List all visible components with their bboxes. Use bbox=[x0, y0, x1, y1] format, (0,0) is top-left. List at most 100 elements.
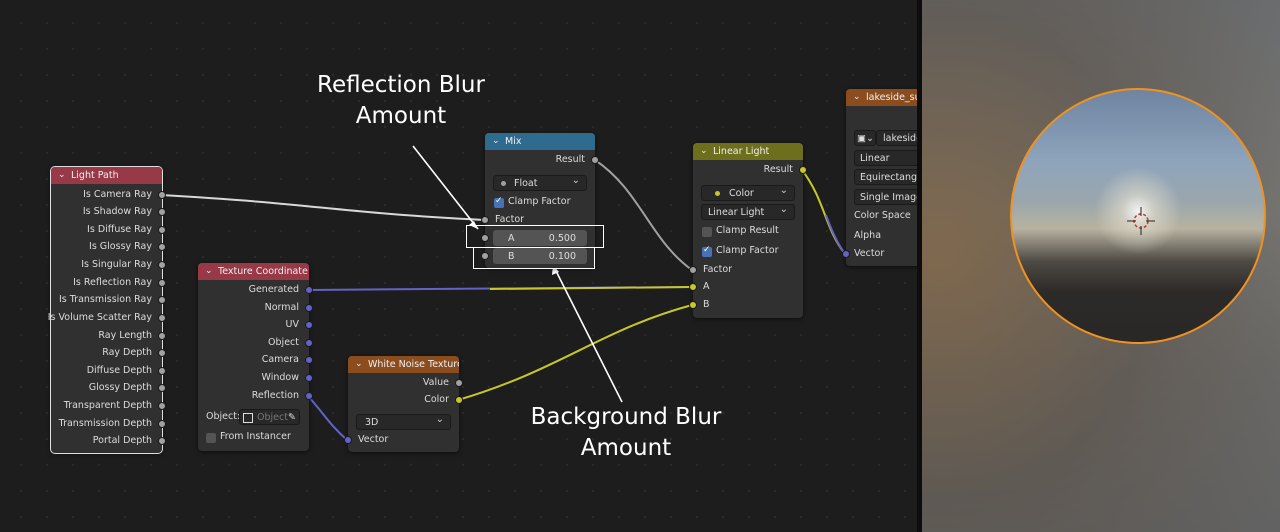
image-name-field[interactable]: lakeside_ bbox=[876, 130, 918, 146]
collapse-chevron-icon[interactable]: ⌄ bbox=[58, 167, 66, 184]
from-instancer-checkbox[interactable] bbox=[206, 433, 216, 443]
socket-color[interactable] bbox=[455, 396, 463, 404]
clamp-result-label: Clamp Result bbox=[716, 225, 779, 236]
3d-viewport[interactable] bbox=[922, 0, 1280, 532]
texture-coordinate-node[interactable]: ⌄ Texture Coordinate Generated Normal UV … bbox=[198, 263, 313, 451]
white-noise-texture-node[interactable]: ⌄ White Noise Texture Value Color 3D Vect… bbox=[344, 356, 463, 452]
collapse-chevron-icon[interactable]: ⌄ bbox=[355, 356, 363, 373]
link-noise-color-to-b bbox=[457, 304, 693, 401]
socket-diffuse-depth[interactable] bbox=[158, 367, 166, 375]
socket-is-shadow-ray[interactable] bbox=[158, 208, 166, 216]
object-field[interactable]: Object ✎ bbox=[239, 409, 300, 425]
source-value: Single Image bbox=[860, 192, 918, 203]
link-result-to-vector bbox=[801, 169, 847, 256]
annotation-line1: Reflection Blur bbox=[317, 72, 485, 98]
socket-is-diffuse-ray[interactable] bbox=[158, 226, 166, 234]
collapse-chevron-icon[interactable]: ⌄ bbox=[205, 263, 213, 280]
input-vector: Vector bbox=[854, 248, 885, 259]
image-icon: ▣⌄ bbox=[857, 133, 874, 144]
linear-light-node[interactable]: ⌄Linear Light Result Color Linear Light … bbox=[689, 143, 807, 318]
light-path-header[interactable]: ⌄ Light Path bbox=[51, 167, 162, 184]
output-ray-length: Ray Length bbox=[98, 330, 152, 341]
texture-coordinate-header[interactable]: ⌄ Texture Coordinate bbox=[198, 263, 309, 280]
socket-factor[interactable] bbox=[689, 266, 697, 274]
projection-dropdown[interactable]: Equirectangula bbox=[854, 169, 918, 185]
annotation-reflection-blur: Reflection Blur Amount bbox=[301, 70, 501, 132]
interpolation-dropdown[interactable]: Linear bbox=[854, 150, 918, 166]
output-is-transmission-ray: Is Transmission Ray bbox=[59, 294, 152, 305]
socket-result[interactable] bbox=[799, 166, 807, 174]
data-type-dropdown[interactable]: Color bbox=[701, 185, 795, 201]
socket-is-camera-ray[interactable] bbox=[158, 191, 166, 199]
output-normal: Normal bbox=[264, 302, 299, 313]
socket-normal[interactable] bbox=[305, 304, 313, 312]
dimension-dropdown[interactable]: 3D bbox=[356, 414, 451, 430]
clamp-factor-checkbox[interactable] bbox=[494, 196, 504, 208]
clamp-result-checkbox[interactable] bbox=[702, 227, 712, 237]
socket-value[interactable] bbox=[455, 379, 463, 387]
output-transmission-depth: Transmission Depth bbox=[58, 418, 152, 429]
socket-transmission-depth[interactable] bbox=[158, 420, 166, 428]
light-path-node[interactable]: ⌄ Light Path Is Camera Ray Is Shadow Ray … bbox=[47, 166, 166, 454]
node-title: lakeside_sunr bbox=[866, 92, 918, 103]
socket-generated[interactable] bbox=[305, 286, 313, 294]
3d-cursor-icon[interactable] bbox=[1127, 207, 1155, 235]
output-window: Window bbox=[261, 372, 299, 383]
annotation-line1: Background Blur bbox=[530, 404, 722, 430]
output-color: Color bbox=[424, 394, 449, 405]
output-is-glossy-ray: Is Glossy Ray bbox=[89, 241, 152, 252]
socket-ray-depth[interactable] bbox=[158, 349, 166, 357]
output-is-camera-ray: Is Camera Ray bbox=[83, 189, 152, 200]
blend-mode-value: Linear Light bbox=[708, 207, 765, 218]
source-dropdown[interactable]: Single Image bbox=[854, 189, 918, 205]
socket-vector-in[interactable] bbox=[842, 250, 850, 258]
output-is-singular-ray: Is Singular Ray bbox=[81, 259, 152, 270]
socket-object[interactable] bbox=[305, 339, 313, 347]
image-browse-button[interactable]: ▣⌄ bbox=[854, 130, 876, 146]
input-b: B bbox=[703, 299, 710, 310]
socket-window[interactable] bbox=[305, 374, 313, 382]
socket-glossy-depth[interactable] bbox=[158, 384, 166, 392]
socket-is-transmission-ray[interactable] bbox=[158, 296, 166, 304]
socket-transparent-depth[interactable] bbox=[158, 402, 166, 410]
socket-vector-in[interactable] bbox=[344, 436, 352, 444]
output-is-volume-scatter-ray: Is Volume Scatter Ray bbox=[47, 312, 152, 323]
environment-texture-node[interactable]: ⌄ lakeside_sunr ▣⌄ lakeside_ Linear Equir… bbox=[842, 89, 918, 266]
socket-result[interactable] bbox=[591, 156, 599, 164]
collapse-chevron-icon[interactable]: ⌄ bbox=[700, 143, 708, 160]
data-type-dropdown[interactable]: Float bbox=[493, 175, 587, 191]
socket-is-reflection-ray[interactable] bbox=[158, 279, 166, 287]
clamp-factor-label: Clamp Factor bbox=[508, 196, 571, 207]
socket-uv[interactable] bbox=[305, 321, 313, 329]
collapse-chevron-icon[interactable]: ⌄ bbox=[853, 89, 861, 106]
socket-ray-length[interactable] bbox=[158, 332, 166, 340]
output-is-diffuse-ray: Is Diffuse Ray bbox=[87, 224, 152, 235]
node-title: Texture Coordinate bbox=[218, 266, 308, 277]
socket-factor[interactable] bbox=[481, 216, 489, 224]
socket-camera[interactable] bbox=[305, 356, 313, 364]
white-noise-header[interactable]: ⌄ White Noise Texture bbox=[348, 356, 459, 373]
output-reflection: Reflection bbox=[251, 390, 299, 401]
interpolation-value: Linear bbox=[860, 153, 890, 164]
color-space-label: Color Space bbox=[854, 210, 911, 221]
environment-texture-header[interactable]: ⌄ lakeside_sunr bbox=[846, 89, 918, 106]
node-editor[interactable]: ⌄ Light Path Is Camera Ray Is Shadow Ray … bbox=[0, 0, 918, 532]
socket-reflection[interactable] bbox=[305, 392, 313, 400]
socket-b[interactable] bbox=[689, 301, 697, 309]
float-dot-icon bbox=[501, 181, 506, 186]
eyedropper-icon[interactable]: ✎ bbox=[288, 410, 296, 424]
blend-mode-dropdown[interactable]: Linear Light bbox=[701, 204, 795, 220]
object-cube-icon bbox=[243, 413, 253, 423]
clamp-factor-checkbox[interactable] bbox=[702, 245, 712, 257]
collapse-chevron-icon[interactable]: ⌄ bbox=[492, 133, 500, 150]
output-object: Object bbox=[268, 337, 299, 348]
socket-is-volume-scatter-ray[interactable] bbox=[158, 314, 166, 322]
annotation-line2: Amount bbox=[580, 435, 672, 461]
node-title: Linear Light bbox=[713, 146, 770, 157]
linear-light-header[interactable]: ⌄ Linear Light bbox=[693, 143, 803, 160]
socket-portal-depth[interactable] bbox=[158, 437, 166, 445]
socket-is-singular-ray[interactable] bbox=[158, 261, 166, 269]
socket-is-glossy-ray[interactable] bbox=[158, 243, 166, 251]
mix-header[interactable]: ⌄ Mix bbox=[485, 133, 595, 150]
socket-a[interactable] bbox=[689, 283, 697, 291]
